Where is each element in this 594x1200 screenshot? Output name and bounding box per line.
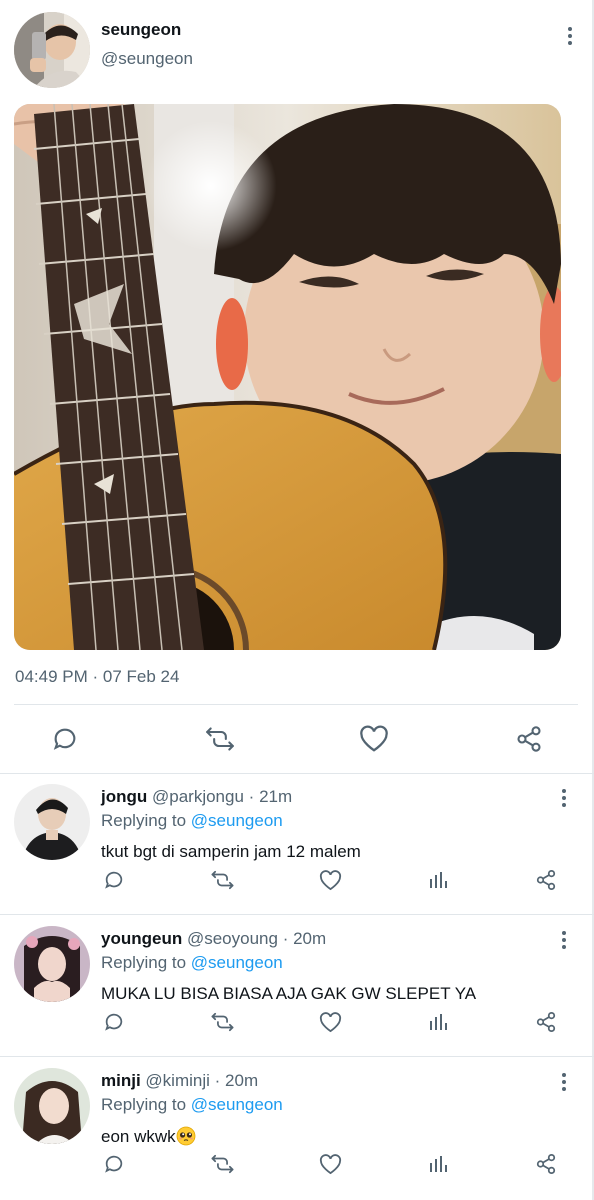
avatar[interactable] <box>14 784 90 860</box>
divider <box>0 914 594 915</box>
reply-actions <box>0 1146 594 1186</box>
reply-display-name[interactable]: youngeun <box>101 929 182 948</box>
reply-header: youngeun @seoyoung · 20m <box>101 929 326 949</box>
author-display-name[interactable]: seungeon <box>101 20 181 40</box>
separator: · <box>214 1071 221 1090</box>
replying-to: Replying to @seungeon <box>101 1095 283 1115</box>
more-options-icon[interactable] <box>554 1068 574 1096</box>
share-icon[interactable] <box>511 721 547 757</box>
reply-display-name[interactable]: jongu <box>101 787 147 806</box>
reply-text-container: eon wkwk <box>101 1126 196 1147</box>
more-options-icon[interactable] <box>560 22 580 50</box>
reply-time: 21m <box>259 787 293 806</box>
reply-header: minji @kiminji · 20m <box>101 1071 258 1091</box>
replying-mention-link[interactable]: @seungeon <box>191 953 283 972</box>
reply-icon[interactable] <box>96 1004 132 1040</box>
more-options-icon[interactable] <box>554 784 574 812</box>
replying-prefix: Replying to <box>101 811 187 830</box>
avatar[interactable] <box>14 926 90 1002</box>
like-icon[interactable] <box>312 1004 348 1040</box>
retweet-icon[interactable] <box>202 721 238 757</box>
replying-prefix: Replying to <box>101 1095 187 1114</box>
like-icon[interactable] <box>356 721 392 757</box>
pleading-face-icon <box>176 1126 196 1146</box>
replying-to: Replying to @seungeon <box>101 953 283 973</box>
divider <box>0 1056 594 1057</box>
reply-display-name[interactable]: minji <box>101 1071 141 1090</box>
separator: · <box>282 929 289 948</box>
separator: · <box>248 787 255 806</box>
retweet-icon[interactable] <box>204 1004 240 1040</box>
share-icon[interactable] <box>528 862 564 898</box>
replying-to: Replying to @seungeon <box>101 811 283 831</box>
like-icon[interactable] <box>312 862 348 898</box>
reply-text: MUKA LU BISA BIASA AJA GAK GW SLEPET YA <box>101 984 477 1003</box>
analytics-icon[interactable] <box>420 862 456 898</box>
replying-mention-link[interactable]: @seungeon <box>191 811 283 830</box>
reply-text: eon wkwk <box>101 1127 176 1146</box>
like-icon[interactable] <box>312 1146 348 1182</box>
reply-handle[interactable]: @kiminji <box>145 1071 209 1090</box>
reply-handle[interactable]: @seoyoung <box>187 929 278 948</box>
replying-prefix: Replying to <box>101 953 187 972</box>
reply-text: tkut bgt di samperin jam 12 malem <box>101 842 361 861</box>
reply-icon[interactable] <box>47 721 83 757</box>
share-icon[interactable] <box>528 1004 564 1040</box>
replying-mention-link[interactable]: @seungeon <box>191 1095 283 1114</box>
reply-time: 20m <box>293 929 327 948</box>
reply-item[interactable]: jongu @parkjongu · 21m Replying to @seun… <box>0 774 594 916</box>
avatar[interactable] <box>14 1068 90 1144</box>
reply-item[interactable]: minji @kiminji · 20m Replying to @seunge… <box>0 1058 594 1200</box>
analytics-icon[interactable] <box>420 1004 456 1040</box>
analytics-icon[interactable] <box>420 1146 456 1182</box>
reply-time: 20m <box>225 1071 259 1090</box>
tweet-photo[interactable] <box>14 104 561 650</box>
retweet-icon[interactable] <box>204 1146 240 1182</box>
share-icon[interactable] <box>528 1146 564 1182</box>
reply-actions <box>0 862 594 902</box>
main-tweet-header: seungeon @seungeon <box>14 12 580 88</box>
avatar[interactable] <box>14 12 90 88</box>
reply-icon[interactable] <box>96 862 132 898</box>
main-tweet-actions <box>0 705 594 773</box>
more-options-icon[interactable] <box>554 926 574 954</box>
tweet-timestamp: 04:49 PM · 07 Feb 24 <box>15 667 180 686</box>
reply-header: jongu @parkjongu · 21m <box>101 787 292 807</box>
author-handle[interactable]: @seungeon <box>101 49 193 69</box>
reply-icon[interactable] <box>96 1146 132 1182</box>
reply-handle[interactable]: @parkjongu <box>152 787 244 806</box>
reply-item[interactable]: youngeun @seoyoung · 20m Replying to @se… <box>0 916 594 1058</box>
retweet-icon[interactable] <box>204 862 240 898</box>
reply-actions <box>0 1004 594 1044</box>
